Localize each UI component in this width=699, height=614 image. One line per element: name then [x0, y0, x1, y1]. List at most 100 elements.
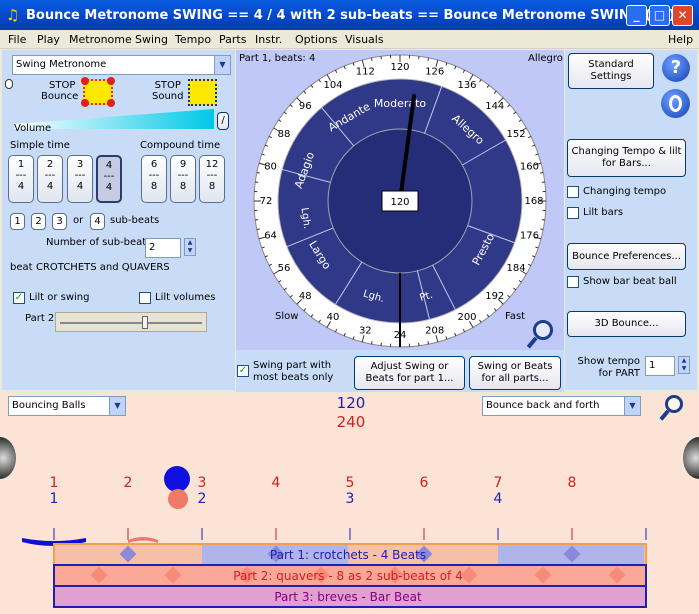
bounce-style-select[interactable]: Bouncing Balls ▼	[8, 396, 126, 416]
stop-bounce-button[interactable]	[81, 77, 115, 107]
beat-timeline: 1 2 3 4 5 6 7 81 2 3 4 Part 1: crotchets - 4 Beats…	[22, 475, 647, 608]
part1-bar-label: Part 1: crotchets - 4 Beats	[270, 548, 426, 562]
metronome-icon: ♫	[6, 6, 20, 24]
time-sig-2-4[interactable]: 2 --- 4	[37, 155, 63, 203]
adjust-swing-button[interactable]: Adjust Swing or Beats for part 1...	[354, 356, 465, 390]
help-icon[interactable]: ?	[662, 54, 690, 82]
menu-help[interactable]: Help	[668, 33, 693, 46]
3d-bounce-button[interactable]: 3D Bounce...	[567, 311, 686, 337]
minimize-button[interactable]: _	[626, 5, 647, 26]
num-subbeats-input[interactable]: 2	[145, 238, 181, 258]
dial-tempo-number: 184	[507, 263, 526, 274]
time-sig-dash: ---	[74, 170, 86, 181]
lilt-bars-checkbox[interactable]	[567, 207, 579, 219]
time-sig-den: 4	[76, 181, 84, 192]
quaver-beat-number: 6	[420, 475, 429, 491]
tempo-part1-value: 120	[336, 394, 366, 412]
stop-sound-line1: STOP	[154, 80, 181, 91]
menu-metronome[interactable]: Metronome	[69, 33, 132, 46]
lilt-volumes-label: Lilt volumes	[155, 292, 216, 303]
volume-button[interactable]: /	[217, 112, 229, 130]
time-sig-den: 8	[179, 181, 187, 192]
bounce-preferences-button[interactable]: Bounce Preferences...	[567, 243, 686, 270]
time-sig-num: 12	[205, 159, 219, 170]
dial-tempo-number: 168	[524, 196, 543, 207]
time-sig-num: 4	[105, 160, 113, 171]
menu-play[interactable]: Play	[37, 33, 60, 46]
lilt-swing-label: Lilt or swing	[29, 292, 90, 303]
title-bar: ♫ Bounce Metronome SWING == 4 / 4 with 2…	[0, 0, 699, 30]
tempo-part2-value: 240	[336, 413, 366, 431]
dial-tempo-number: 48	[299, 291, 312, 302]
power-icon[interactable]	[661, 89, 690, 118]
menu-swing[interactable]: Swing	[135, 33, 168, 46]
tempo-dial[interactable]: 24 32 40 48 56 64 72 80 88 96 104 112 120 126 136 144 15…	[236, 50, 564, 350]
ball-icon	[81, 77, 89, 85]
time-sig-dash: ---	[103, 171, 115, 182]
show-tempo-part-spinner[interactable]: ▲ ▼	[678, 356, 690, 374]
subbeat-1-button[interactable]: 1	[10, 213, 25, 230]
magnify-icon[interactable]	[526, 317, 563, 351]
changing-tempo-checkbox[interactable]	[567, 186, 579, 198]
lilt-swing-checkbox[interactable]: ✓	[13, 292, 25, 304]
time-sig-1-4[interactable]: 1 --- 4	[8, 155, 34, 203]
swing-all-parts-button[interactable]: Swing or Beats for all parts...	[469, 356, 561, 390]
show-tempo-part-input[interactable]: 1	[645, 356, 675, 376]
num-subbeats-label: Number of sub-beats	[46, 237, 152, 248]
compound-time-label: Compound time	[140, 140, 221, 151]
slider-thumb[interactable]	[142, 316, 148, 329]
crotchet-beat-number: 2	[198, 491, 207, 507]
standard-settings-button[interactable]: Standard Settings	[568, 53, 654, 89]
menu-file[interactable]: File	[8, 33, 26, 46]
menu-visuals[interactable]: Visuals	[345, 33, 384, 46]
show-bar-ball-checkbox[interactable]	[567, 276, 579, 288]
swing-most-label: Swing part with most beats only	[253, 360, 334, 383]
subbeat-2-button[interactable]: 2	[31, 213, 46, 230]
stop-bounce-label[interactable]: STOP Bounce	[41, 80, 78, 102]
time-sig-12-8[interactable]: 12 --- 8	[199, 155, 225, 203]
ball-icon	[81, 99, 89, 107]
dial-tempo-number: 160	[520, 161, 539, 172]
menu-options[interactable]: Options	[295, 33, 337, 46]
swing-most-checkbox[interactable]: ✓	[237, 365, 249, 377]
num-subbeats-spinner[interactable]: ▲ ▼	[184, 238, 196, 256]
dial-tempo-number: 24	[394, 330, 407, 341]
time-sig-num: 9	[179, 159, 187, 170]
quaver-beat-number: 4	[272, 475, 281, 491]
stop-sound-button[interactable]	[188, 79, 217, 106]
subbeats-label: sub-beats	[110, 215, 160, 226]
time-sig-9-8[interactable]: 9 --- 8	[170, 155, 196, 203]
dial-tick	[540, 228, 544, 230]
changing-tempo-lilt-button[interactable]: Changing Tempo & lilt for Bars...	[567, 139, 686, 177]
subbeat-3-button[interactable]: 3	[52, 213, 67, 230]
menu-instr[interactable]: Instr.	[255, 33, 282, 46]
lilt-bars-label: Lilt bars	[583, 207, 624, 218]
time-sig-dash: ---	[15, 170, 27, 181]
mode-select[interactable]: Swing Metronome ▼	[12, 55, 231, 75]
time-sig-6-8[interactable]: 6 --- 8	[141, 155, 167, 203]
volume-label: Volume	[14, 123, 52, 134]
subbeat-4-button[interactable]: 4	[90, 213, 105, 230]
time-sig-3-4[interactable]: 3 --- 4	[67, 155, 93, 203]
stop-sound-label[interactable]: STOP Sound	[152, 80, 184, 102]
changing-tempo-label: Changing tempo	[583, 186, 667, 197]
close-button[interactable]: ✕	[672, 5, 693, 26]
maximize-button[interactable]: □	[649, 5, 670, 26]
quaver-beat-number: 7	[494, 475, 503, 491]
time-sig-dash: ---	[148, 170, 160, 181]
magnify-icon[interactable]	[659, 393, 692, 425]
quaver-beat-number: 1	[50, 475, 59, 491]
window-title: Bounce Metronome SWING == 4 / 4 with 2 s…	[26, 8, 675, 23]
lilt-volumes-checkbox[interactable]	[139, 292, 151, 304]
time-sig-den: 4	[46, 181, 54, 192]
swing-slider[interactable]	[55, 312, 207, 332]
dial-tempo-number: 120	[390, 62, 409, 73]
menu-parts[interactable]: Parts	[219, 33, 246, 46]
time-sig-den: 8	[150, 181, 158, 192]
time-sig-4-4[interactable]: 4 --- 4	[96, 155, 122, 203]
bounce-direction-select[interactable]: Bounce back and forth ▼	[482, 396, 641, 416]
menu-tempo[interactable]: Tempo	[175, 33, 211, 46]
toggle-indicator[interactable]	[5, 79, 13, 89]
slider-track	[60, 322, 202, 324]
beat-numbers: 1 2 3 4 5 6 7 81 2 3 4	[50, 475, 577, 507]
